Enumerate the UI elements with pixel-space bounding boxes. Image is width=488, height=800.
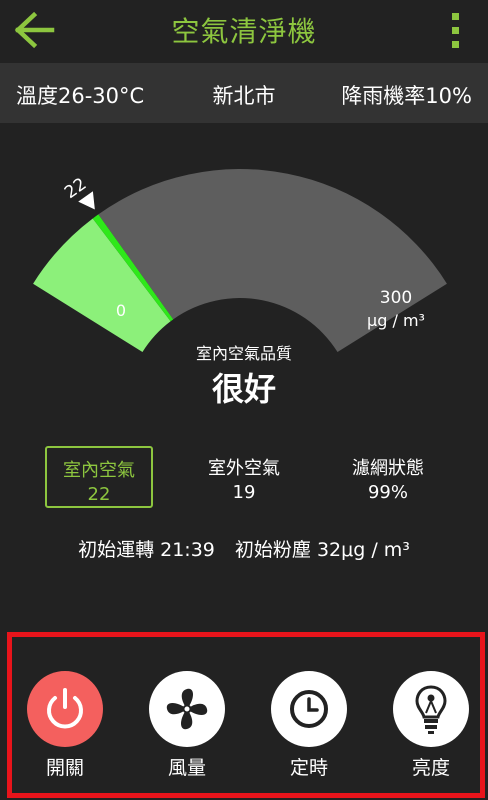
rain-chance-text: 降雨機率10% xyxy=(341,84,472,108)
tab-value: 19 xyxy=(232,482,256,503)
tab-indoor-air[interactable]: 室內空氣 22 xyxy=(45,446,153,508)
quality-label: 室內空氣品質 xyxy=(195,344,292,363)
initial-runtime-text: 初始運轉 21:39 xyxy=(78,539,215,561)
top-bar: 空氣清淨機 xyxy=(0,0,488,62)
tab-outdoor-air[interactable]: 室外空氣 19 xyxy=(190,446,298,508)
more-menu-icon[interactable] xyxy=(446,12,466,50)
fan-speed-button[interactable]: 風量 xyxy=(147,671,227,780)
page-title: 空氣清淨機 xyxy=(171,15,317,48)
gauge-unit-label: μg / m³ xyxy=(367,311,425,330)
weather-bar: 溫度26-30°C 新北市 降雨機率10% xyxy=(0,63,488,123)
initial-dust-text: 初始粉塵 32μg / m³ xyxy=(234,539,410,561)
timer-label: 定時 xyxy=(289,757,328,779)
tab-value: 22 xyxy=(87,484,111,505)
power-button[interactable]: 開關 xyxy=(25,671,105,780)
power-icon[interactable] xyxy=(27,671,103,747)
gauge-min-label: 0 xyxy=(116,301,126,320)
tab-filter-status[interactable]: 濾網狀態 99% xyxy=(334,446,442,508)
power-label: 開關 xyxy=(45,757,84,779)
tab-label: 濾網狀態 xyxy=(352,458,424,479)
brightness-label: 亮度 xyxy=(411,757,450,779)
air-tabs: 室內空氣 22 室外空氣 19 濾網狀態 99% xyxy=(0,446,488,508)
timer-button[interactable]: 定時 xyxy=(269,671,349,780)
brightness-button[interactable]: 亮度 xyxy=(391,671,471,780)
quality-value: 很好 xyxy=(211,370,276,408)
clock-icon[interactable] xyxy=(271,671,347,747)
bulb-icon[interactable] xyxy=(393,671,469,747)
fan-icon[interactable] xyxy=(149,671,225,747)
fan-speed-label: 風量 xyxy=(167,757,206,779)
control-panel: 開關 風量 定時 亮度 xyxy=(7,632,485,798)
gauge-max-label: 300 xyxy=(380,288,412,308)
tab-label: 室內空氣 xyxy=(63,460,135,481)
tab-label: 室外空氣 xyxy=(208,458,280,479)
tab-value: 99% xyxy=(367,482,408,503)
air-quality-gauge: 22 0 300 μg / m³ xyxy=(33,169,447,353)
initial-stats: 初始運轉 21:39 初始粉塵 32μg / m³ xyxy=(0,535,488,562)
